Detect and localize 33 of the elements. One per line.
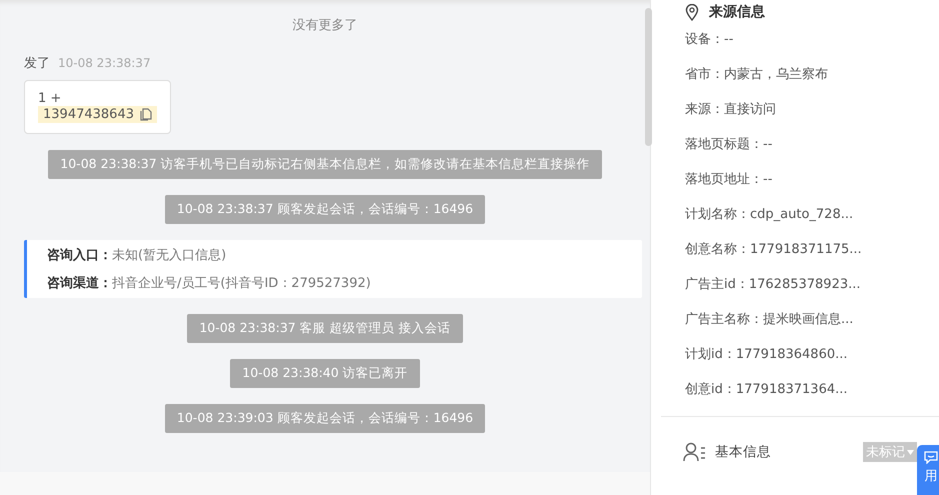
info-field: 计划id：177918364860... — [685, 345, 939, 363]
info-row-text: 咨询入口：未知(暂无入口信息) — [47, 246, 228, 264]
system-message: 10-08 23:38:37 顾客发起会话，会话编号：16496 — [164, 195, 486, 224]
chat-icon — [924, 451, 938, 464]
chat-float-button[interactable]: 用 — [917, 445, 939, 495]
system-message: 10-08 23:38:40 访客已离开 — [230, 359, 420, 388]
info-field: 广告主id：176285378923... — [685, 275, 939, 293]
phone-number: 13947438643 — [38, 106, 157, 123]
info-field: 落地页标题：-- — [685, 135, 939, 153]
message-time: 10-08 23:38:37 — [58, 56, 151, 70]
sender-name: 发了 — [24, 55, 50, 72]
section-title: 基本信息 — [715, 443, 771, 461]
info-field: 设备：-- — [685, 30, 939, 48]
input-area[interactable] — [0, 472, 650, 495]
person-list-icon — [683, 442, 707, 462]
system-message: 10-08 23:39:03 顾客发起会话，会话编号：16496 — [164, 404, 486, 433]
info-field: 创意名称：177918371175... — [685, 240, 939, 258]
info-field: 来源：直接访问 — [685, 100, 939, 118]
info-field: 落地页地址：-- — [685, 170, 939, 188]
info-row-text: 咨询渠道：抖音企业号/员工号(抖音号ID：279527392) — [47, 274, 372, 292]
copy-icon[interactable] — [140, 108, 152, 121]
scrollbar[interactable] — [645, 8, 652, 146]
location-pin-icon — [685, 4, 699, 20]
info-field: 计划名称：cdp_auto_728... — [685, 205, 939, 223]
info-field: 创意id：177918371364... — [685, 380, 939, 398]
section-title: 来源信息 — [709, 3, 765, 21]
system-message: 10-08 23:38:37 客服 超级管理员 接入会话 — [187, 314, 463, 343]
no-more-text: 没有更多了 — [292, 17, 358, 34]
info-field: 广告主名称：提米映画信息... — [685, 310, 939, 328]
caret-icon — [907, 450, 914, 454]
info-field: 省市：内蒙古，乌兰察布 — [685, 65, 939, 83]
system-message: 10-08 23:38:37 访客手机号已自动标记右侧基本信息栏，如需修改请在基本信息栏直接操作 — [48, 150, 602, 179]
message-text: 1 + — [38, 91, 62, 106]
